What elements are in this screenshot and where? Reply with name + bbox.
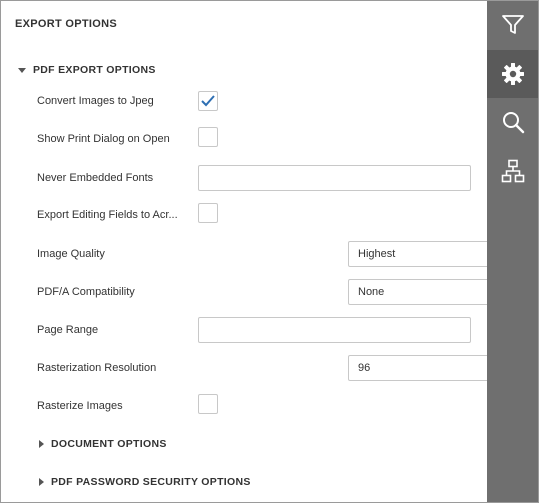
section-title: PDF EXPORT OPTIONS [33, 64, 156, 76]
page-range-input[interactable] [198, 317, 471, 343]
search-tab[interactable] [487, 98, 538, 146]
option-label: Rasterize Images [37, 400, 123, 412]
option-row-rasterization-resolution: Rasterization Resolution 96 [37, 355, 538, 381]
section-title: PDF PASSWORD SECURITY OPTIONS [51, 476, 251, 488]
section-title: DOCUMENT OPTIONS [51, 438, 167, 450]
convert-images-checkbox[interactable] [198, 91, 218, 111]
export-options-tab[interactable] [487, 50, 538, 98]
option-label: Rasterization Resolution [37, 362, 157, 374]
side-toolbar [487, 1, 538, 502]
option-row-export-editing-fields: Export Editing Fields to Acr... [37, 202, 471, 228]
caret-right-icon [39, 440, 44, 448]
select-value: None [358, 286, 385, 298]
option-row-page-range: Page Range [37, 317, 471, 343]
option-label: PDF/A Compatibility [37, 286, 135, 298]
option-row-show-print-dialog: Show Print Dialog on Open [37, 126, 471, 152]
option-row-never-embedded-fonts: Never Embedded Fonts [37, 165, 471, 191]
never-embedded-fonts-input[interactable] [198, 165, 471, 191]
option-row-rasterize-images: Rasterize Images [37, 393, 471, 419]
option-label: Page Range [37, 324, 99, 336]
export-options-panel: EXPORT OPTIONS PDF EXPORT OPTIONS Conver… [0, 0, 539, 503]
caret-down-icon [18, 67, 26, 73]
panel-title: EXPORT OPTIONS [15, 18, 117, 30]
rasterize-images-checkbox[interactable] [198, 394, 218, 414]
filter-tab[interactable] [487, 1, 538, 49]
option-row-pdfa-compatibility: PDF/A Compatibility None [37, 279, 538, 305]
export-editing-fields-checkbox[interactable] [198, 203, 218, 223]
spinner-value: 96 [358, 362, 371, 374]
search-icon [502, 112, 524, 134]
pdf-password-security-options-header[interactable]: PDF PASSWORD SECURITY OPTIONS [39, 476, 251, 488]
show-print-dialog-checkbox[interactable] [198, 127, 218, 147]
option-label: Image Quality [37, 248, 105, 260]
option-row-image-quality: Image Quality Highest [37, 241, 538, 267]
caret-right-icon [39, 478, 44, 486]
gear-icon [501, 63, 524, 85]
document-map-icon [501, 159, 524, 183]
filter-icon [501, 15, 524, 34]
document-map-tab[interactable] [487, 147, 538, 195]
checkmark-icon [201, 95, 215, 107]
option-label: Show Print Dialog on Open [37, 133, 170, 145]
options-content: EXPORT OPTIONS PDF EXPORT OPTIONS Conver… [1, 1, 538, 502]
option-label: Convert Images to Jpeg [37, 95, 154, 107]
select-value: Highest [358, 248, 396, 260]
option-row-convert-images: Convert Images to Jpeg [37, 88, 471, 114]
pdf-export-options-header[interactable]: PDF EXPORT OPTIONS [18, 64, 156, 76]
option-label: Export Editing Fields to Acr... [37, 209, 178, 221]
option-label: Never Embedded Fonts [37, 172, 154, 184]
document-options-header[interactable]: DOCUMENT OPTIONS [39, 438, 167, 450]
